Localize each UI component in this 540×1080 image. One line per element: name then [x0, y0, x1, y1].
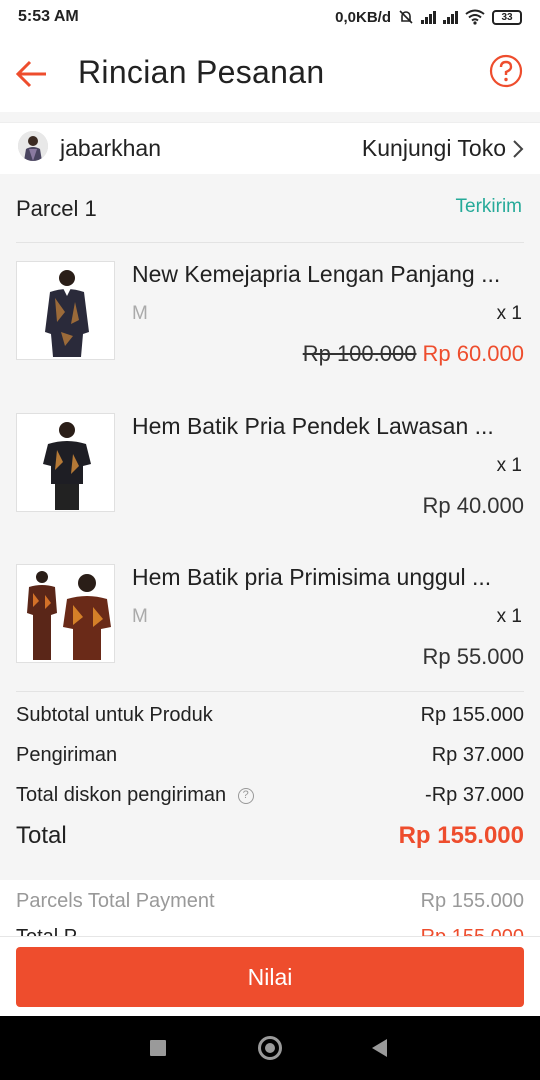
total-value: Rp 155.000 [398, 822, 524, 849]
rate-button[interactable]: Nilai [16, 947, 524, 1007]
parcel-card: Parcel 1 Terkirim New Kemejapria Lengan … [0, 174, 540, 870]
price-row: Rp 40.000 [422, 493, 524, 519]
price-row: Rp 100.000 Rp 60.000 [303, 341, 524, 367]
price-row: Rp 55.000 [422, 644, 524, 670]
parcel-title: Parcel 1 [16, 196, 97, 221]
divider [16, 691, 524, 692]
status-icons: 0,0KB/d 33 [335, 9, 522, 26]
wifi-icon [465, 9, 485, 25]
alarm-off-icon [399, 10, 413, 24]
subtotal-label: Subtotal untuk Produk [16, 704, 213, 726]
parcels-total-row: Parcels Total Payment Rp 155.000 [16, 890, 524, 913]
list-item[interactable]: Hem Batik pria Primisima unggul ... M x … [0, 564, 540, 684]
product-name: Hem Batik Pria Pendek Lawasan ... [132, 413, 494, 439]
system-nav-bar [0, 1016, 540, 1080]
signal-icon [421, 10, 436, 24]
shipping-discount-row: Total diskon pengiriman ? -Rp 37.000 [16, 784, 524, 807]
product-variant: M [132, 606, 148, 627]
bottom-action-bar: Nilai [0, 936, 540, 1016]
product-variant: M [132, 303, 148, 324]
product-quantity: x 1 [496, 606, 522, 627]
product-quantity: x 1 [496, 455, 522, 476]
recents-icon[interactable] [150, 1040, 166, 1056]
arrow-left-icon[interactable] [14, 56, 50, 92]
app-bar: Rincian Pesanan [0, 34, 540, 112]
list-item[interactable]: New Kemejapria Lengan Panjang ... M x 1 … [0, 261, 540, 381]
visit-shop-label: Kunjungi Toko [361, 135, 506, 161]
back-triangle-icon[interactable] [372, 1039, 387, 1057]
shop-bar[interactable]: jabarkhan Kunjungi Toko [0, 122, 540, 174]
product-name: Hem Batik pria Primisima unggul ... [132, 564, 492, 590]
shipping-value: Rp 37.000 [431, 744, 524, 766]
original-price: Rp 100.000 [302, 341, 417, 366]
shipping-discount-label: Total diskon pengiriman [16, 784, 227, 806]
product-quantity: x 1 [496, 303, 522, 324]
home-icon[interactable] [258, 1036, 282, 1060]
question-circle-icon[interactable]: ? [237, 787, 254, 804]
visit-shop-link[interactable]: Kunjungi Toko [362, 135, 524, 162]
question-circle-icon[interactable] [489, 54, 523, 88]
product-image [16, 413, 115, 512]
battery-icon: 33 [492, 9, 522, 25]
shipping-row: Pengiriman Rp 37.000 [16, 744, 524, 767]
product-price: Rp 55.000 [422, 644, 524, 669]
shipping-label: Pengiriman [16, 744, 118, 766]
list-item[interactable]: Hem Batik Pria Pendek Lawasan ... x 1 Rp… [0, 413, 540, 533]
shipping-discount-value: -Rp 37.000 [425, 784, 524, 806]
sale-price: Rp 60.000 [422, 341, 524, 366]
network-speed: 0,0KB/d [335, 8, 391, 26]
subtotal-value: Rp 155.000 [420, 704, 524, 726]
chevron-right-icon [513, 139, 524, 158]
shop-name: jabarkhan [60, 135, 162, 161]
divider [16, 242, 524, 243]
shipping-discount-label-wrap: Total diskon pengiriman ? [16, 784, 254, 807]
avatar [18, 131, 48, 161]
subtotal-row: Subtotal untuk Produk Rp 155.000 [16, 704, 524, 727]
status-time: 5:53 AM [18, 8, 79, 25]
payment-section: Parcels Total Payment Rp 155.000 Total P… [0, 880, 540, 940]
product-price: Rp 40.000 [422, 493, 524, 518]
total-label: Total [16, 822, 67, 849]
product-image [16, 261, 115, 360]
parcels-total-value: Rp 155.000 [420, 890, 524, 912]
parcels-total-label: Parcels Total Payment [16, 890, 215, 912]
page-title: Rincian Pesanan [78, 54, 325, 90]
status-bar: 5:53 AM 0,0KB/d 33 [0, 0, 540, 34]
product-image [16, 564, 115, 663]
signal-icon [443, 10, 458, 24]
parcel-status: Terkirim [455, 196, 523, 217]
product-name: New Kemejapria Lengan Panjang ... [132, 261, 501, 287]
total-row: Total Rp 155.000 [16, 822, 524, 850]
